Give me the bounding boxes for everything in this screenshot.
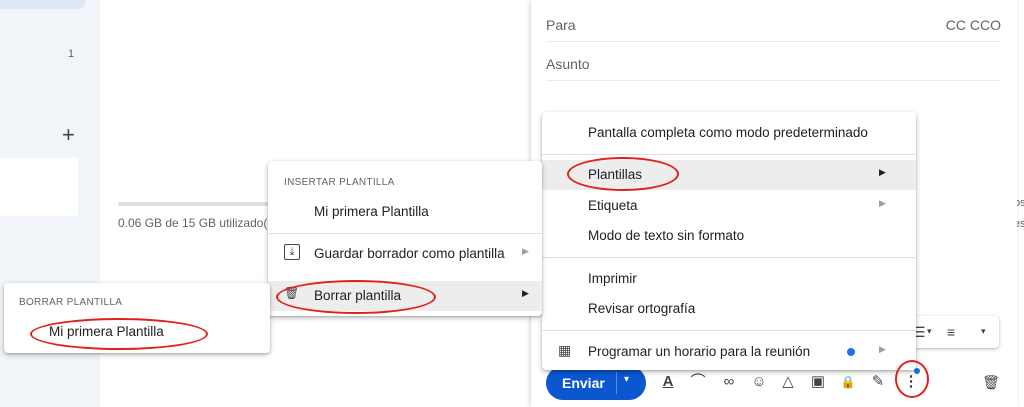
save-icon: ⤓ [284, 244, 300, 260]
emoji-icon[interactable]: ☺ [749, 372, 769, 392]
send-options-icon[interactable]: ▾ [624, 374, 629, 385]
menu-item-print[interactable]: Imprimir [542, 264, 916, 294]
pen-icon[interactable]: ✎ [868, 372, 888, 392]
menu-item-label: Etiqueta [588, 198, 638, 213]
cc-cco-link[interactable]: CC CCO [946, 17, 1001, 33]
menu-item-label: Imprimir [588, 271, 637, 286]
menu-item-label: Guardar borrador como plantilla [314, 246, 505, 261]
lock-icon[interactable]: 🔒 [838, 372, 858, 392]
menu-item-schedule-meeting[interactable]: ▦ Programar un horario para la reunión ▶ [542, 337, 916, 367]
annotation-circle-my-first-template [30, 318, 208, 350]
submenu-arrow-icon: ▶ [522, 288, 529, 298]
menu-divider [268, 233, 542, 234]
rail-panel [0, 158, 78, 216]
subject-placeholder: Asunto [546, 56, 590, 72]
menu-divider [542, 257, 916, 258]
attach-icon[interactable]: ⌒ [688, 372, 708, 392]
insert-template-heading: INSERTAR PLANTILLA [284, 177, 395, 188]
menu-item-label: Modo de texto sin formato [588, 228, 745, 243]
formatting-toolbar: ☰ ▾ ≡ ▾ [907, 316, 999, 348]
menu-item-spellcheck[interactable]: Revisar ortografía [542, 294, 916, 324]
menu-item-save-draft-as-template[interactable]: ⤓ Guardar borrador como plantilla ▶ [268, 239, 542, 269]
photo-icon[interactable]: ▣ [808, 372, 828, 392]
status-dot [847, 348, 855, 356]
link-icon[interactable]: ∞ [719, 372, 739, 392]
add-label-icon[interactable]: + [62, 124, 75, 146]
drive-icon[interactable]: △ [778, 372, 798, 392]
send-label: Enviar [562, 375, 605, 391]
annotation-circle-more-options [895, 360, 929, 398]
annotation-circle-delete-template [276, 280, 436, 314]
delete-template-heading: BORRAR PLANTILLA [19, 297, 123, 308]
annotation-circle-templates [567, 157, 679, 191]
chevron-down-icon[interactable]: ▾ [927, 326, 932, 337]
submenu-arrow-icon: ▶ [879, 167, 886, 177]
menu-item-insert-template[interactable]: Mi primera Plantilla [268, 197, 542, 227]
menu-divider [542, 154, 916, 155]
send-button[interactable]: Enviar ▾ [546, 366, 646, 400]
submenu-arrow-icon: ▶ [879, 198, 886, 208]
menu-item-plain-text[interactable]: Modo de texto sin formato [542, 221, 916, 251]
calendar-icon: ▦ [558, 342, 572, 358]
selected-folder-pill[interactable] [0, 0, 86, 9]
menu-item-label: Pantalla completa como modo predetermina… [588, 125, 868, 140]
text-color-icon[interactable]: A [658, 372, 678, 392]
menu-item-fullscreen-default[interactable]: Pantalla completa como modo predetermina… [542, 118, 916, 148]
numbered-list-icon[interactable]: ≡ [947, 324, 955, 340]
subject-field[interactable]: Asunto [546, 42, 1001, 81]
menu-item-label-option[interactable]: Etiqueta ▶ [542, 191, 916, 221]
menu-item-label: Revisar ortografía [588, 301, 696, 316]
menu-item-label: Mi primera Plantilla [314, 204, 429, 219]
menu-item-label: Programar un horario para la reunión [588, 344, 811, 359]
to-label: Para [546, 17, 576, 33]
to-field-row[interactable]: Para CC CCO [546, 3, 1001, 42]
trash-icon[interactable]: 🗑 [981, 372, 1001, 392]
storage-usage-text: 0.06 GB de 15 GB utilizado(s) [118, 216, 278, 230]
chevron-down-icon[interactable]: ▾ [981, 326, 986, 337]
submenu-arrow-icon: ▶ [522, 246, 529, 256]
submenu-arrow-icon: ▶ [879, 344, 886, 354]
menu-divider [542, 330, 916, 331]
folder-unread-count: 1 [68, 48, 75, 60]
more-options-menu: Pantalla completa como modo predetermina… [542, 112, 916, 370]
storage-usage-bar [118, 202, 278, 206]
send-divider [616, 372, 617, 394]
